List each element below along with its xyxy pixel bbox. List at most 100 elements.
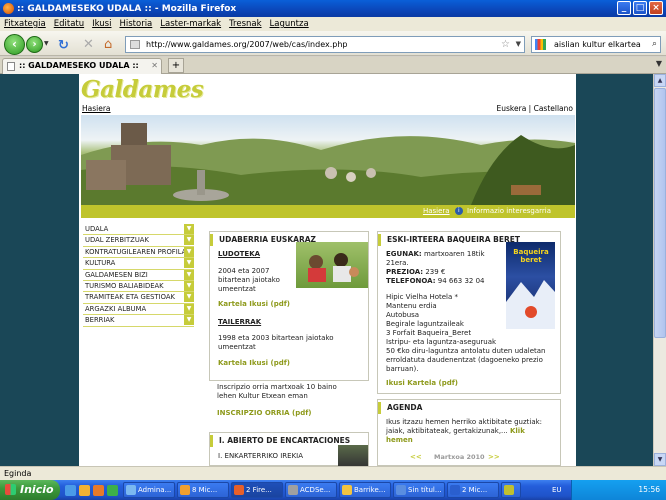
url-dropdown-icon[interactable]: ▼ <box>516 37 521 52</box>
folder-icon[interactable] <box>79 484 90 496</box>
scroll-down-icon[interactable]: ▼ <box>654 453 666 466</box>
status-text: Egindа <box>4 469 32 478</box>
menu-item-label: UDAL ZERBITZUAK <box>85 236 149 245</box>
taskbar-button-mic[interactable]: 8 Mic... <box>177 482 229 498</box>
minimize-button[interactable]: _ <box>617 1 631 15</box>
scroll-up-icon[interactable]: ▲ <box>654 74 666 87</box>
back-button[interactable]: ‹ <box>4 34 25 55</box>
abierto-photo <box>338 445 368 466</box>
maximize-button[interactable]: □ <box>633 1 647 15</box>
chevron-down-icon: ▼ <box>184 235 194 246</box>
language-indicator[interactable]: EU <box>552 480 562 500</box>
app-icon[interactable] <box>107 484 118 496</box>
taskbar-button-acdsee[interactable]: ACDSe... <box>285 482 337 498</box>
menu-item-argazki[interactable]: ARGAZKI ALBUMA ▼ <box>83 303 194 316</box>
ludoteka-heading[interactable]: LUDOTEKA <box>218 250 260 259</box>
taskbar-label: 2 Mic... <box>462 486 488 494</box>
eski-pdf-link[interactable]: Ikusi Kartela (pdf) <box>386 379 458 388</box>
menu-tools[interactable]: Tresnak <box>229 19 261 29</box>
eski-box: ESKI-IRTEERA BAQUEIRA BERET Baqueira ber… <box>377 231 561 394</box>
menu-item-kontratugilea[interactable]: KONTRATUGILEAREN PROFILA ▼ <box>83 246 194 259</box>
forward-button[interactable]: › <box>26 36 43 53</box>
close-button[interactable]: × <box>649 1 663 15</box>
banner-info-link[interactable]: Informazio interesgarria <box>467 207 551 215</box>
menu-file[interactable]: Fitxategia <box>4 19 46 29</box>
taskbar-button-mic2[interactable]: 2 Mic... <box>447 482 499 498</box>
search-icon[interactable]: ⌕ <box>652 37 657 52</box>
tab-label: :: GALDAMESEKO UDALA :: <box>19 61 139 70</box>
tab-galdames[interactable]: :: GALDAMESEKO UDALA :: ✕ <box>2 58 162 74</box>
menu-item-label: ARGAZKI ALBUMA <box>85 304 147 313</box>
menu-bookmarks[interactable]: Laster-markak <box>160 19 221 29</box>
quick-launch <box>65 484 118 496</box>
eski-line: erroldatuta daudenentzat (dagoeneko prez… <box>386 356 543 364</box>
taskbar-button-galda[interactable] <box>501 482 521 498</box>
eski-line: 50 €ko diru-laguntza antolatu duten udal… <box>386 347 546 355</box>
taskbar-label: 2 Fire... <box>246 486 272 494</box>
search-box[interactable]: aislian kultur elkartea ⌕ <box>531 36 661 53</box>
taskbar-button-barrike[interactable]: Barrike... <box>339 482 391 498</box>
scroll-thumb[interactable] <box>654 88 666 338</box>
google-icon[interactable] <box>535 39 546 50</box>
taskbar-button-firefox[interactable]: 2 Fire... <box>231 482 283 498</box>
vertical-scrollbar[interactable]: ▲ ▼ <box>653 74 666 466</box>
url-bar[interactable]: http://www.galdames.org/2007/web/cas/ind… <box>125 36 525 53</box>
chevron-down-icon: ▼ <box>184 292 194 303</box>
banner-home-link[interactable]: Hasiera <box>423 207 450 215</box>
language-switch[interactable]: Euskera | Castellano <box>497 104 573 113</box>
start-button[interactable]: Inicio <box>0 480 60 500</box>
menu-item-tramiteak[interactable]: TRAMITEAK ETA GESTIOAK ▼ <box>83 292 194 304</box>
taskbar-label: Barrike... <box>354 486 386 494</box>
eski-line: 3 Forfait Baqueira_Beret <box>386 329 472 337</box>
agenda-text-2: jaiak, aktibitateak, gertakizunak,... <box>386 427 508 435</box>
tab-list-icon[interactable]: ▼ <box>656 59 662 68</box>
tab-close-icon[interactable]: ✕ <box>151 59 158 73</box>
stop-icon[interactable]: ✕ <box>83 37 94 52</box>
bookmark-star-icon[interactable]: ☆ <box>501 37 510 52</box>
menu-item-kultura[interactable]: KULTURA ▼ <box>83 258 194 270</box>
egunak-value: martxoaren 18tik <box>423 250 485 258</box>
baqueira-poster[interactable]: Baqueira beret <box>506 242 555 329</box>
menu-item-label: GALDAMESEN BIZI <box>85 270 148 279</box>
inscripzio-pdf-link[interactable]: INSCRIPZIO ORRIA (pdf) <box>217 409 312 418</box>
history-dropdown-icon[interactable]: ▼ <box>44 40 49 47</box>
calendar-next-button[interactable]: >> <box>488 453 500 462</box>
telefonoa-label: TELEFONOA: <box>386 277 436 285</box>
new-tab-button[interactable]: + <box>168 58 184 73</box>
egunak-label: EGUNAK: <box>386 250 422 258</box>
eski-line: barruan). <box>386 365 419 373</box>
home-icon[interactable]: ⌂ <box>104 37 112 52</box>
taskbar-label: 8 Mic... <box>192 486 218 494</box>
site-logo[interactable]: Galdames <box>81 76 204 103</box>
menu-item-udal-zerbitzuak[interactable]: UDAL ZERBITZUAK ▼ <box>83 235 194 247</box>
menu-item-udala[interactable]: UDALA ▼ <box>83 224 194 236</box>
window-icon <box>504 485 514 495</box>
taskbar: Inicio Admina... 8 Mic... 2 Fire... ACDS… <box>0 480 666 500</box>
calendar-prev-button[interactable]: << <box>410 453 422 462</box>
menu-view[interactable]: Ikusi <box>92 19 111 29</box>
menu-item-turismo[interactable]: TURISMO BALIABIDEAK ▼ <box>83 280 194 293</box>
tailerrak-heading[interactable]: TAILERRAK <box>218 318 261 327</box>
taskbar-button-admina[interactable]: Admina... <box>123 482 175 498</box>
info-icon: i <box>454 207 463 215</box>
menu-item-berriak[interactable]: BERRIAK ▼ <box>83 315 194 327</box>
menu-item-label: BERRIAK <box>85 316 115 325</box>
agenda-hemen-link[interactable]: hemen <box>386 436 413 445</box>
ludoteka-pdf-link[interactable]: Kartela Ikusi (pdf) <box>218 300 290 309</box>
menu-item-galdamesen-bizi[interactable]: GALDAMESEN BIZI ▼ <box>83 269 194 281</box>
desktop-icon[interactable] <box>65 484 76 496</box>
taskbar-button-sintitulo[interactable]: Sin títul... <box>393 482 445 498</box>
inscripzio-text-1: Inscripzio orria martxoak 10 baino <box>217 383 337 391</box>
window-icon <box>126 485 136 495</box>
firefox-icon[interactable] <box>93 484 104 496</box>
reload-icon[interactable]: ↻ <box>58 38 69 53</box>
banner-image <box>81 115 575 205</box>
menu-help[interactable]: Laguntza <box>270 19 309 29</box>
eski-line: Begirale laguntzaileak <box>386 320 464 328</box>
menu-edit[interactable]: Editatu <box>54 19 84 29</box>
menu-history[interactable]: Historia <box>119 19 152 29</box>
tailerrak-pdf-link[interactable]: Kartela Ikusi (pdf) <box>218 359 290 368</box>
menu-item-label: KULTURA <box>85 259 116 268</box>
home-link[interactable]: Hasiera <box>82 104 111 113</box>
agenda-klik-link[interactable]: Klik <box>510 427 525 435</box>
